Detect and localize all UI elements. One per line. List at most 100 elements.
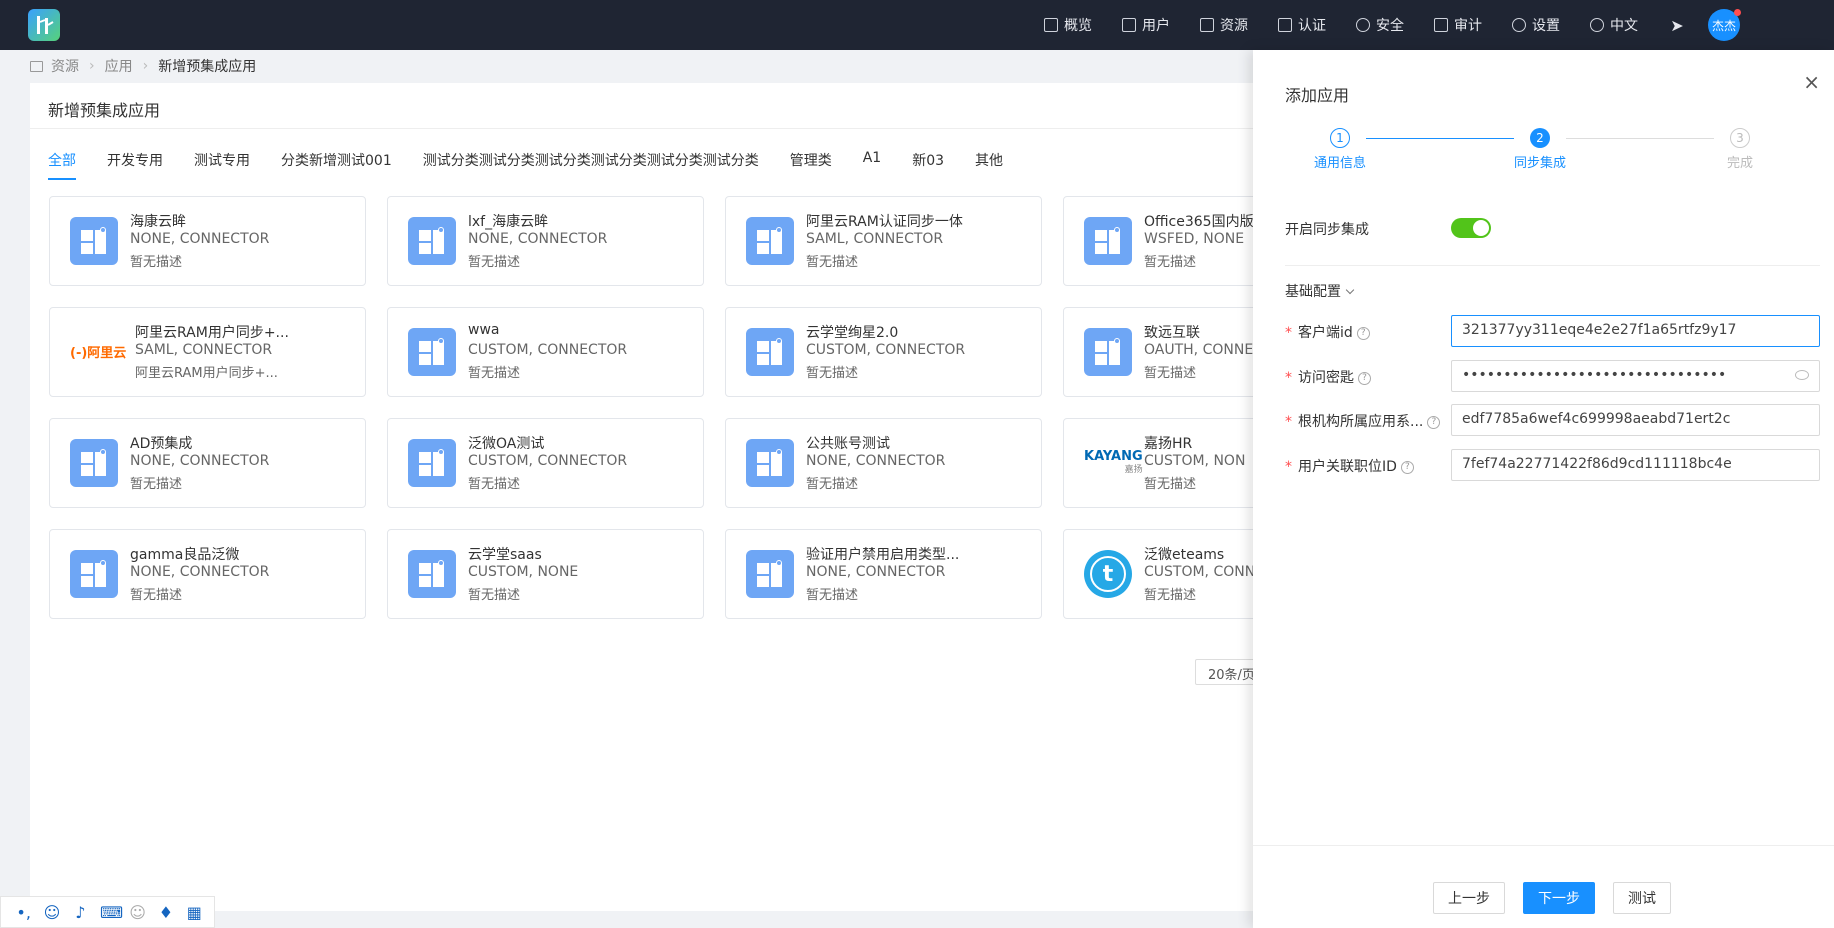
tab-long-test[interactable]: 测试分类测试分类测试分类测试分类测试分类测试分类 <box>423 150 759 180</box>
nav-security[interactable]: 安全 <box>1356 15 1404 35</box>
tab-new03[interactable]: 新03 <box>912 150 944 180</box>
app-protocol: NONE, CONNECTOR <box>806 564 946 580</box>
monitor-icon <box>1278 18 1292 32</box>
divider <box>1253 845 1834 846</box>
app-protocol: WSFED, NONE <box>1144 231 1245 247</box>
help-icon[interactable]: ? <box>1427 415 1441 429</box>
field-label-text: 访问密匙 <box>1298 370 1354 386</box>
app-icon <box>1084 217 1132 265</box>
app-protocol: CUSTOM, NONE <box>468 564 579 580</box>
app-icon <box>746 550 794 598</box>
app-card[interactable]: wwa CUSTOM, CONNECTOR 暂无描述 <box>387 307 704 397</box>
field-label-text: 根机构所属应用系... <box>1298 414 1424 430</box>
nav-settings[interactable]: 设置 <box>1512 15 1560 35</box>
app-protocol: CUSTOM, NON <box>1144 453 1246 469</box>
home-icon <box>1044 18 1058 32</box>
divider <box>30 128 1260 129</box>
next-button[interactable]: 下一步 <box>1523 882 1595 914</box>
nav-label: 审计 <box>1454 18 1482 34</box>
punctuation-icon[interactable]: •, <box>15 903 32 922</box>
tab-dev[interactable]: 开发专用 <box>107 150 163 180</box>
app-icon <box>746 328 794 376</box>
breadcrumb: 资源 › 应用 › 新增预集成应用 <box>30 56 256 76</box>
add-app-drawer: 添加应用 × 1 通用信息 2 同步集成 3 完成 开启同步集成 基础配置 * 客… <box>1253 50 1834 928</box>
app-card[interactable]: 云学堂绚星2.0 CUSTOM, CONNECTOR 暂无描述 <box>725 307 1042 397</box>
top-bar: 概览 用户 资源 认证 安全 审计 设置 中文 ➤ ? 杰杰 <box>0 0 1834 50</box>
close-icon[interactable]: × <box>1803 70 1820 94</box>
ime-toolbar: •, ☺ ♪ ⌨ ☺ ♦ ▦ <box>0 896 215 928</box>
tab-management[interactable]: 管理类 <box>790 150 832 180</box>
help-icon[interactable]: ? <box>1358 371 1371 385</box>
client-id-row: * 客户端id? 321377yy311eqe4e2e27f1a65rtfz9y1… <box>1285 315 1820 347</box>
keyboard-icon[interactable]: ⌨ <box>100 903 123 922</box>
tab-test[interactable]: 测试专用 <box>194 150 250 180</box>
app-name: 泛微eteams <box>1144 547 1225 563</box>
app-icon <box>408 217 456 265</box>
app-card[interactable]: 阿里云RAM认证同步一体 SAML, CONNECTOR 暂无描述 <box>725 196 1042 286</box>
app-icon <box>746 217 794 265</box>
app-icon <box>408 439 456 487</box>
app-card[interactable]: gamma良品泛微 NONE, CONNECTOR 暂无描述 <box>49 529 366 619</box>
app-card[interactable]: 泛微OA测试 CUSTOM, CONNECTOR 暂无描述 <box>387 418 704 508</box>
app-desc: 暂无描述 <box>806 366 859 381</box>
app-card[interactable]: 云学堂saas CUSTOM, NONE 暂无描述 <box>387 529 704 619</box>
send-icon[interactable]: ➤ <box>1668 16 1686 35</box>
section-basic-config[interactable]: 基础配置 <box>1285 281 1355 301</box>
user-icon[interactable]: ☺ <box>129 903 146 922</box>
app-name: gamma良品泛微 <box>130 547 240 563</box>
step-label: 同步集成 <box>1513 156 1566 171</box>
access-secret-input[interactable]: •••••••••••••••••••••••••••••••• <box>1451 360 1820 392</box>
sync-toggle[interactable] <box>1451 218 1491 238</box>
app-icon <box>70 550 118 598</box>
required-mark: * <box>1285 325 1292 341</box>
step-connector <box>1566 138 1714 139</box>
position-id-input[interactable]: 7fef74a22771422f86d9cd111118bc4e <box>1451 449 1820 481</box>
app-card[interactable]: 海康云眸 NONE, CONNECTOR 暂无描述 <box>49 196 366 286</box>
skin-icon[interactable]: ♦ <box>157 903 174 922</box>
breadcrumb-current: 新增预集成应用 <box>158 59 257 75</box>
tab-a1[interactable]: A1 <box>863 150 881 180</box>
app-name: AD预集成 <box>130 436 193 452</box>
app-protocol: SAML, CONNECTOR <box>806 231 944 247</box>
prev-button[interactable]: 上一步 <box>1433 882 1505 914</box>
tab-all[interactable]: 全部 <box>48 150 76 180</box>
root-org-input[interactable]: edf7785a6wef4c699998aeabd71ert2c <box>1451 404 1820 436</box>
breadcrumb-resources[interactable]: 资源 <box>51 56 79 76</box>
client-id-input[interactable]: 321377yy311eqe4e2e27f1a65rtfz9y17 <box>1451 315 1820 347</box>
access-secret-row: * 访问密匙? •••••••••••••••••••••••••••••••• <box>1285 360 1820 392</box>
app-icon <box>408 328 456 376</box>
app-card[interactable]: lxf_海康云眸 NONE, CONNECTOR 暂无描述 <box>387 196 704 286</box>
app-card[interactable]: 验证用户禁用启用类型... NONE, CONNECTOR 暂无描述 <box>725 529 1042 619</box>
app-card[interactable]: (-)阿里云 阿里云RAM用户同步+... SAML, CONNECTOR 阿里… <box>49 307 366 397</box>
grid-icon[interactable]: ▦ <box>186 903 203 922</box>
emoji-icon[interactable]: ☺ <box>43 903 61 922</box>
section-title: 基础配置 <box>1285 284 1341 300</box>
app-card[interactable]: AD预集成 NONE, CONNECTOR 暂无描述 <box>49 418 366 508</box>
app-name: 海康云眸 <box>130 214 186 230</box>
category-tabs: 全部 开发专用 测试专用 分类新增测试001 测试分类测试分类测试分类测试分类测… <box>48 150 1034 180</box>
field-label-text: 客户端id <box>1298 325 1353 341</box>
tab-new-test[interactable]: 分类新增测试001 <box>281 150 392 180</box>
breadcrumb-apps[interactable]: 应用 <box>105 56 133 76</box>
app-name: lxf_海康云眸 <box>468 214 549 230</box>
test-button[interactable]: 测试 <box>1613 882 1671 914</box>
app-logo[interactable] <box>28 9 60 41</box>
app-protocol: SAML, CONNECTOR <box>135 342 273 358</box>
nav-overview[interactable]: 概览 <box>1044 15 1092 35</box>
tab-other[interactable]: 其他 <box>975 150 1003 180</box>
nav-users[interactable]: 用户 <box>1122 15 1170 35</box>
app-card[interactable]: 公共账号测试 NONE, CONNECTOR 暂无描述 <box>725 418 1042 508</box>
nav-audit[interactable]: 审计 <box>1434 15 1482 35</box>
kayang-logo: KAYANG 嘉扬 <box>1084 450 1143 477</box>
nav-auth[interactable]: 认证 <box>1278 15 1326 35</box>
nav-language[interactable]: 中文 <box>1590 15 1638 35</box>
step-sync: 2 同步集成 <box>1500 128 1580 171</box>
help-icon[interactable]: ? <box>1356 326 1370 340</box>
user-icon <box>1122 18 1136 32</box>
avatar[interactable]: 杰杰 <box>1708 9 1741 41</box>
nav-label: 概览 <box>1064 18 1092 34</box>
help-icon[interactable]: ? <box>1400 460 1414 474</box>
nav-resources[interactable]: 资源 <box>1200 15 1248 35</box>
eye-icon[interactable] <box>1795 370 1809 380</box>
microphone-icon[interactable]: ♪ <box>72 903 89 922</box>
